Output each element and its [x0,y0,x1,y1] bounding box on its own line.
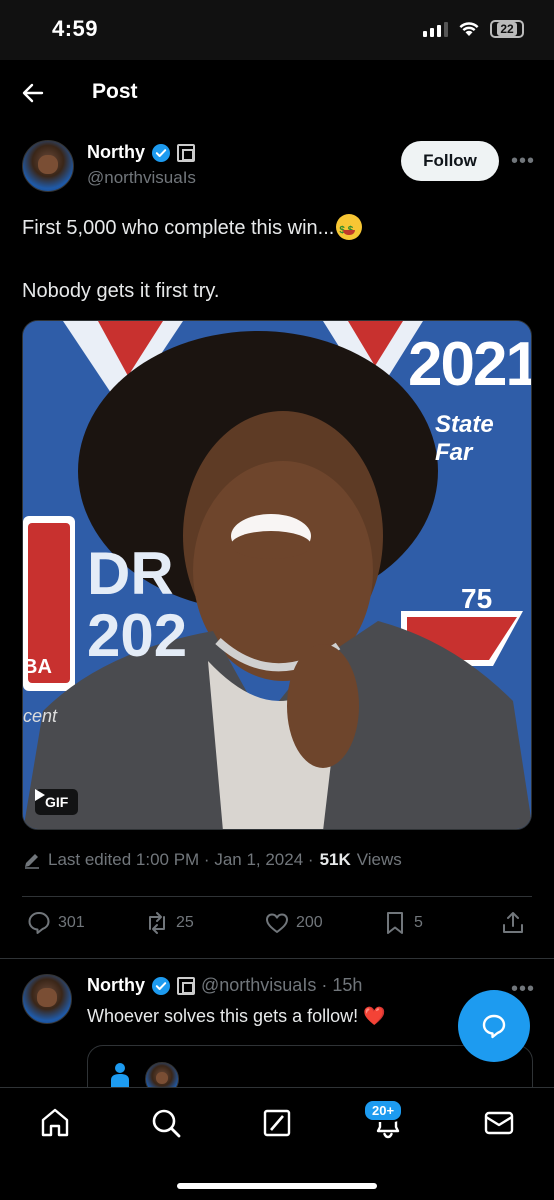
repost-count: 25 [176,914,194,931]
verified-badge-icon [152,143,170,162]
status-bar: 4:59 22 [0,0,554,60]
edit-timestamp: Last edited 1:00 PM · Jan 1, 2024 · [48,850,314,869]
page-title: Post [92,80,138,103]
reply-text: Whoever solves this gets a follow! [87,1006,359,1026]
gif-label: GIF [45,794,69,810]
views-count: 51K [319,850,351,869]
follow-button[interactable]: Follow [401,141,499,181]
home-icon[interactable] [38,1106,72,1140]
arrow-left-icon[interactable] [20,80,46,106]
edit-info[interactable]: Last edited 1:00 PM · Jan 1, 2024 · 51K … [22,850,402,870]
messages-icon[interactable] [482,1106,516,1140]
post-text-line1: First 5,000 who complete this win... [22,214,363,244]
red-heart-emoji-icon: ❤️ [363,1006,386,1026]
media-badge-text: 75 [461,583,493,614]
repost-icon [149,912,165,934]
action-bar: 301 25 200 5 [22,910,532,946]
author-name-row[interactable]: Northy [87,142,195,163]
gif-badge[interactable]: GIF [35,789,79,815]
post-media-gif[interactable]: 2021 State Far 75 DR 202 BA cent GIF [22,320,532,830]
status-time: 4:59 [52,16,99,41]
home-indicator[interactable] [177,1183,377,1189]
reply-button[interactable]: 301 [26,910,85,936]
more-options-icon[interactable]: ••• [511,150,535,173]
media-sponsor-text: State Far [435,411,494,466]
battery-level: 22 [497,22,517,36]
like-count: 200 [296,914,323,931]
affiliation-badge-icon [177,976,195,995]
post-text-line2: Nobody gets it first try. [22,280,220,302]
reply-handle-time: @northvisuaIs · 15h [201,975,363,995]
repost-button[interactable]: 25 [144,910,194,936]
verified-badge-icon [152,976,170,995]
notifications-badge: 20+ [363,1099,404,1122]
views-label: Views [356,850,402,869]
media-draft-text: DR [87,540,174,607]
bookmark-icon [387,912,403,934]
divider [22,896,532,897]
reply-header[interactable]: Northy @northvisuaIs · 15h [87,975,362,996]
play-icon [35,789,45,801]
post-header: Post [0,60,554,124]
post-text: First 5,000 who complete this win... [22,217,335,239]
wifi-icon [459,22,479,36]
like-button[interactable]: 200 [264,910,323,936]
divider [0,958,554,959]
status-icons: 22 [423,20,524,38]
heart-icon [266,913,288,933]
media-draft-year-text: 202 [87,602,188,669]
reply-icon [28,912,50,934]
share-button[interactable] [500,910,526,936]
share-icon [503,912,523,933]
reply-author-name[interactable]: Northy [87,975,145,996]
bookmark-count: 5 [414,914,423,931]
reply-bubble-icon [482,1014,506,1039]
reply-text-row: Whoever solves this gets a follow! ❤️ [87,1006,386,1027]
cellular-signal-icon [423,21,448,37]
battery-icon: 22 [490,20,524,38]
reply-count: 301 [58,914,85,931]
search-icon[interactable] [149,1106,183,1140]
media-cent-text: cent [23,706,58,726]
media-year-text: 2021 [408,330,532,399]
author-avatar[interactable] [22,140,74,192]
money-mouth-emoji-icon [336,214,363,244]
reply-avatar[interactable] [22,974,72,1024]
grok-icon[interactable] [260,1106,294,1140]
author-handle[interactable]: @northvisuaIs [87,168,196,188]
bookmark-button[interactable]: 5 [382,910,423,936]
media-ba-text: BA [23,656,52,678]
pencil-icon [25,854,39,869]
author-name[interactable]: Northy [87,142,145,163]
affiliation-badge-icon [177,143,195,162]
compose-reply-button[interactable] [458,990,530,1062]
